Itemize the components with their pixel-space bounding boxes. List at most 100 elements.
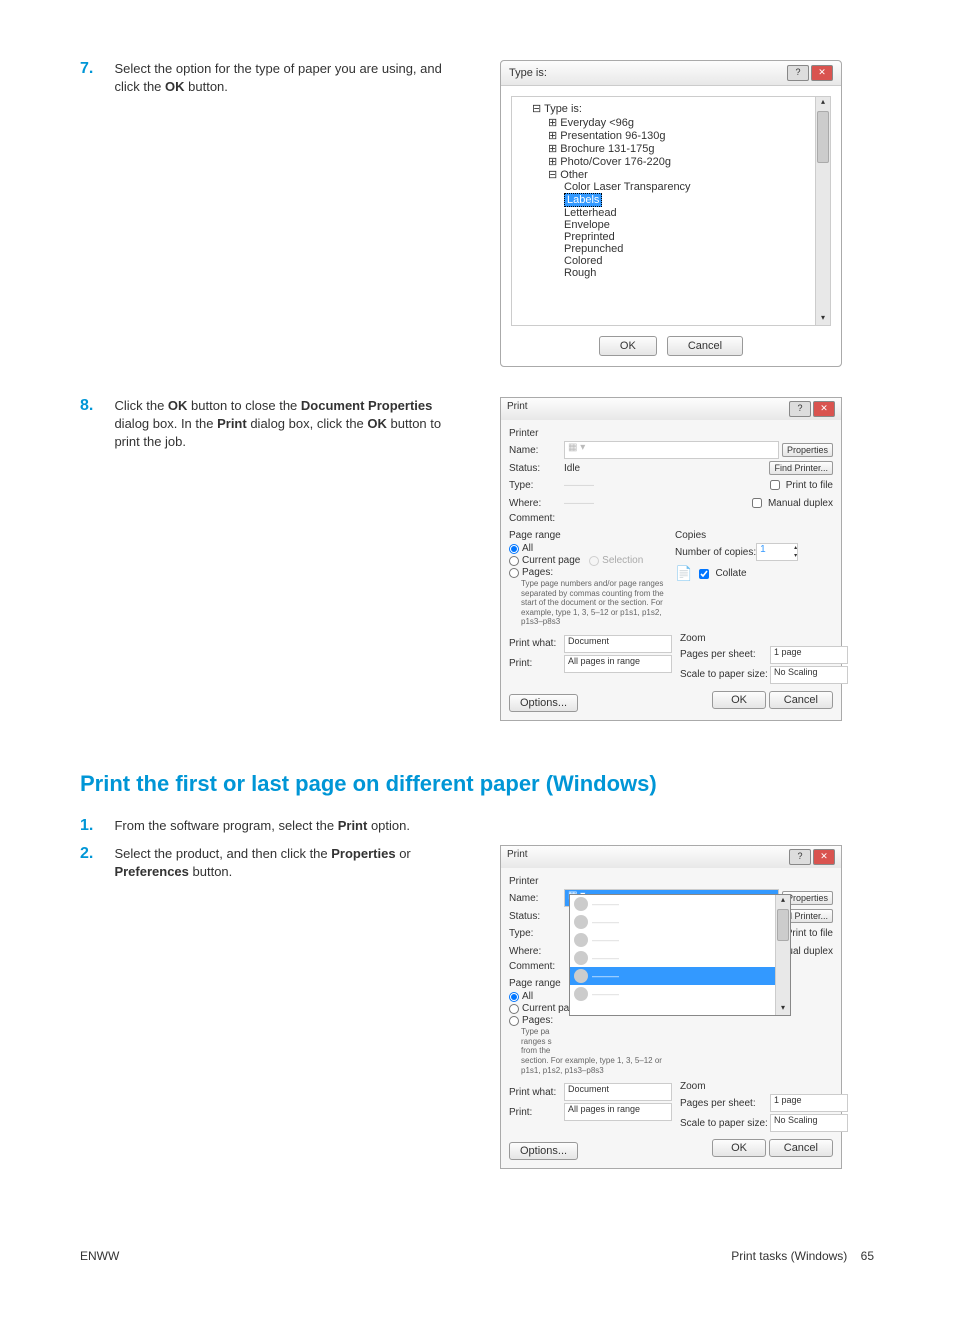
- section-heading: Print the first or last page on differen…: [80, 771, 874, 797]
- current-radio[interactable]: [509, 1004, 519, 1014]
- tree-item[interactable]: ⊟ Other: [512, 168, 830, 181]
- copies-stepper[interactable]: 1▴▾: [756, 543, 798, 561]
- current-radio[interactable]: [509, 556, 519, 566]
- current-label: Current page: [522, 555, 580, 566]
- pages-label: Pages:: [522, 1015, 553, 1026]
- pps-select[interactable]: 1 page: [770, 646, 848, 664]
- tree-item[interactable]: Envelope: [512, 219, 830, 231]
- help-icon[interactable]: ?: [789, 849, 811, 865]
- list-item[interactable]: ———: [570, 895, 790, 913]
- scale-label: Scale to paper size:: [680, 669, 770, 680]
- selection-radio: [589, 556, 599, 566]
- comment-label: Comment:: [509, 513, 564, 524]
- tree-item[interactable]: Rough: [512, 267, 830, 279]
- pages-radio[interactable]: [509, 568, 519, 578]
- cancel-button[interactable]: Cancel: [769, 1139, 833, 1157]
- scroll-thumb[interactable]: [777, 909, 789, 941]
- options-button[interactable]: Options...: [509, 694, 578, 712]
- dialog-title: Print: [507, 849, 528, 865]
- print-to-file-label: Print to file: [786, 480, 833, 491]
- all-radio[interactable]: [509, 992, 519, 1002]
- properties-button[interactable]: Properties: [782, 443, 833, 457]
- all-label: All: [522, 991, 533, 1002]
- footer-left: ENWW: [80, 1249, 119, 1263]
- pages-note: Type page numbers and/or page ranges sep…: [521, 579, 667, 627]
- step-number: 2.: [80, 845, 110, 863]
- status-label: Status:: [509, 911, 564, 922]
- list-item[interactable]: ———: [570, 913, 790, 931]
- scrollbar[interactable]: ▴ ▾: [775, 895, 790, 1015]
- type-label: Type:: [509, 928, 564, 939]
- help-icon[interactable]: ?: [787, 65, 809, 81]
- scrollbar[interactable]: ▴ ▾: [815, 97, 830, 325]
- find-printer-button[interactable]: Find Printer...: [769, 461, 833, 475]
- copies-group: Copies: [675, 530, 833, 541]
- scroll-down-icon[interactable]: ▾: [817, 313, 829, 325]
- tree-item-selected[interactable]: Labels: [512, 193, 830, 207]
- print-label: Print:: [509, 658, 564, 669]
- pages-radio[interactable]: [509, 1016, 519, 1026]
- print-select[interactable]: All pages in range: [564, 1103, 672, 1121]
- tree-item[interactable]: ⊞ Presentation 96-130g: [512, 129, 830, 142]
- options-button[interactable]: Options...: [509, 1142, 578, 1160]
- printer-icon: [574, 969, 588, 983]
- tree-item[interactable]: Colored: [512, 255, 830, 267]
- tree-item[interactable]: Prepunched: [512, 243, 830, 255]
- where-label: Where:: [509, 946, 564, 957]
- ok-button[interactable]: OK: [599, 336, 657, 356]
- print-to-file-label: Print to file: [786, 928, 833, 939]
- printer-group: Printer: [509, 876, 833, 887]
- help-icon[interactable]: ?: [789, 401, 811, 417]
- list-item-selected[interactable]: ———: [570, 967, 790, 985]
- all-radio[interactable]: [509, 544, 519, 554]
- ok-button[interactable]: OK: [712, 1139, 766, 1157]
- step-body: Click the OK button to close the Documen…: [114, 397, 464, 452]
- manual-duplex-checkbox[interactable]: [752, 498, 762, 508]
- type-tree[interactable]: ⊟ Type is: ⊞ Everyday <96g ⊞ Presentatio…: [511, 96, 831, 326]
- tree-item[interactable]: Color Laser Transparency: [512, 181, 830, 193]
- cancel-button[interactable]: Cancel: [667, 336, 743, 356]
- scale-select[interactable]: No Scaling: [770, 1114, 848, 1132]
- pps-label: Pages per sheet:: [680, 649, 770, 660]
- scroll-up-icon[interactable]: ▴: [777, 895, 789, 907]
- zoom-group: Zoom: [680, 1081, 848, 1092]
- tree-root[interactable]: ⊟ Type is:: [512, 101, 830, 116]
- step-number: 7.: [80, 60, 110, 78]
- scale-select[interactable]: No Scaling: [770, 666, 848, 684]
- scroll-down-icon[interactable]: ▾: [777, 1003, 789, 1015]
- name-select[interactable]: ▦ ▾: [564, 441, 779, 459]
- step-number: 1.: [80, 817, 110, 835]
- list-item[interactable]: ———: [570, 985, 790, 1003]
- print-select[interactable]: All pages in range: [564, 655, 672, 673]
- pages-label: Pages:: [522, 567, 553, 578]
- print-dialog-with-dropdown: Print ? ✕ Printer Name: ▦ ▾ Properties —…: [500, 845, 842, 1169]
- print-what-select[interactable]: Document: [564, 1083, 672, 1101]
- close-icon[interactable]: ✕: [813, 401, 835, 417]
- where-label: Where:: [509, 498, 564, 509]
- where-value: ———: [564, 498, 594, 509]
- printer-icon: [574, 987, 588, 1001]
- tree-item[interactable]: ⊞ Photo/Cover 176-220g: [512, 155, 830, 168]
- list-item[interactable]: ———: [570, 931, 790, 949]
- tree-item[interactable]: ⊞ Brochure 131-175g: [512, 142, 830, 155]
- scroll-thumb[interactable]: [817, 111, 829, 163]
- close-icon[interactable]: ✕: [811, 65, 833, 81]
- print-what-select[interactable]: Document: [564, 635, 672, 653]
- ok-button[interactable]: OK: [712, 691, 766, 709]
- print-dialog: Print ? ✕ Printer Name: ▦ ▾ Properties S…: [500, 397, 842, 721]
- name-label: Name:: [509, 893, 564, 904]
- tree-item[interactable]: Letterhead: [512, 207, 830, 219]
- step-body: Select the product, and then click the P…: [114, 845, 464, 881]
- cancel-button[interactable]: Cancel: [769, 691, 833, 709]
- tree-item[interactable]: Preprinted: [512, 231, 830, 243]
- collate-checkbox[interactable]: [699, 569, 709, 579]
- close-icon[interactable]: ✕: [813, 849, 835, 865]
- print-what-label: Print what:: [509, 638, 564, 649]
- tree-item[interactable]: ⊞ Everyday <96g: [512, 116, 830, 129]
- list-item[interactable]: ———: [570, 949, 790, 967]
- pps-select[interactable]: 1 page: [770, 1094, 848, 1112]
- pages-note: Type paranges sfrom thesection. For exam…: [521, 1027, 667, 1075]
- print-to-file-checkbox[interactable]: [770, 480, 780, 490]
- scroll-up-icon[interactable]: ▴: [817, 97, 829, 109]
- printer-dropdown[interactable]: ——— ——— ——— ——— ——— ——— ▴ ▾: [569, 894, 791, 1016]
